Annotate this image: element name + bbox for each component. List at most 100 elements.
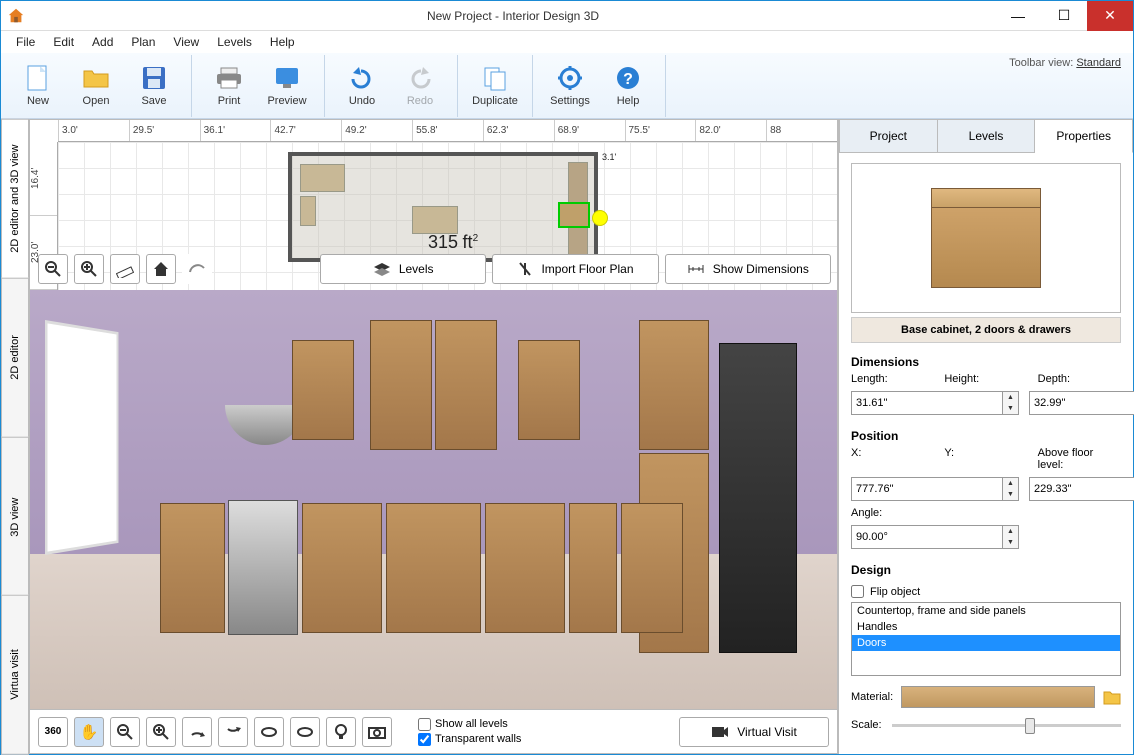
position-title: Position bbox=[851, 429, 1121, 443]
area-label: 315 ft2 bbox=[428, 232, 478, 253]
refrigerator bbox=[719, 343, 797, 653]
design-parts-list[interactable]: Countertop, frame and side panels Handle… bbox=[851, 602, 1121, 676]
list-item[interactable]: Doors bbox=[852, 635, 1120, 651]
levels-button[interactable]: Levels bbox=[320, 254, 486, 284]
view-3d-toolbar: 360 ✋ Show all levels Transparent walls … bbox=[30, 709, 837, 753]
home-button[interactable] bbox=[146, 254, 176, 284]
app-icon bbox=[7, 7, 25, 25]
vtab-virtual-visit[interactable]: Virtua visit bbox=[1, 595, 29, 755]
vtab-2d-3d[interactable]: 2D editor and 3D view bbox=[1, 119, 29, 279]
wall-cabinet bbox=[435, 320, 497, 450]
view-tabs: 2D editor and 3D view 2D editor 3D view … bbox=[1, 119, 29, 754]
dimension-label: 3.1' bbox=[602, 152, 616, 162]
duplicate-button[interactable]: Duplicate bbox=[466, 55, 524, 117]
measure-button[interactable] bbox=[110, 254, 140, 284]
menu-plan[interactable]: Plan bbox=[122, 33, 164, 51]
tab-properties[interactable]: Properties bbox=[1035, 119, 1133, 153]
vtab-3d[interactable]: 3D view bbox=[1, 437, 29, 597]
angle-label: Angle: bbox=[851, 507, 934, 519]
view-3d-pane[interactable]: 360 ✋ Show all levels Transparent walls … bbox=[30, 290, 837, 753]
selected-object-2d[interactable] bbox=[558, 202, 590, 228]
rotate-handle-icon bbox=[182, 254, 212, 284]
orbit-left-button[interactable] bbox=[254, 717, 284, 747]
scale-label: Scale: bbox=[851, 719, 882, 731]
scale-slider[interactable] bbox=[892, 716, 1121, 734]
minimize-button[interactable]: — bbox=[995, 1, 1041, 31]
list-item[interactable]: Countertop, frame and side panels bbox=[852, 603, 1120, 619]
y-label: Y: bbox=[944, 447, 1027, 459]
base-cabinet bbox=[621, 503, 683, 633]
menu-help[interactable]: Help bbox=[261, 33, 304, 51]
browse-material-button[interactable] bbox=[1103, 689, 1121, 705]
object-preview bbox=[851, 163, 1121, 313]
zoom-out-3d-button[interactable] bbox=[110, 717, 140, 747]
menu-file[interactable]: File bbox=[7, 33, 44, 51]
design-title: Design bbox=[851, 563, 1121, 577]
maximize-button[interactable]: ☐ bbox=[1041, 1, 1087, 31]
properties-panel: Project Levels Properties Base cabinet, … bbox=[838, 119, 1133, 754]
redo-button[interactable]: Redo bbox=[391, 55, 449, 117]
stove bbox=[228, 500, 298, 635]
zoom-in-3d-button[interactable] bbox=[146, 717, 176, 747]
print-button[interactable]: Print bbox=[200, 55, 258, 117]
save-button[interactable]: Save bbox=[125, 55, 183, 117]
transparent-walls-checkbox[interactable]: Transparent walls bbox=[418, 733, 521, 746]
rotate-360-button[interactable]: 360 bbox=[38, 717, 68, 747]
show-all-levels-checkbox[interactable]: Show all levels bbox=[418, 718, 521, 731]
length-label: Length: bbox=[851, 373, 934, 385]
flip-object-checkbox[interactable] bbox=[851, 585, 864, 598]
length-input[interactable]: ▲▼ bbox=[851, 391, 1019, 415]
y-input[interactable]: ▲▼ bbox=[1029, 477, 1134, 501]
plan-2d-pane: 3.0'29.5'36.1'42.7'49.2'55.8'62.3'68.9'7… bbox=[30, 120, 837, 290]
material-label: Material: bbox=[851, 691, 893, 703]
wall-cabinet bbox=[518, 340, 580, 440]
toolbar-view-label: Toolbar view: Standard bbox=[1009, 57, 1121, 69]
zoom-out-2d-button[interactable] bbox=[38, 254, 68, 284]
object-name-label: Base cabinet, 2 doors & drawers bbox=[851, 317, 1121, 343]
height-input[interactable]: ▲▼ bbox=[1029, 391, 1134, 415]
base-cabinet bbox=[485, 503, 565, 633]
toolbar: New Open Save Print Preview Undo Redo Du… bbox=[1, 53, 1133, 119]
selection-handle[interactable] bbox=[592, 210, 608, 226]
camera-button[interactable] bbox=[362, 717, 392, 747]
new-button[interactable]: New bbox=[9, 55, 67, 117]
tall-cabinet-top bbox=[639, 320, 709, 450]
orbit-right-button[interactable] bbox=[290, 717, 320, 747]
angle-input[interactable]: ▲▼ bbox=[851, 525, 1019, 549]
depth-label: Depth: bbox=[1038, 373, 1121, 385]
tilt-up-button[interactable] bbox=[182, 717, 212, 747]
import-floor-plan-button[interactable]: Import Floor Plan bbox=[492, 254, 658, 284]
close-button[interactable]: ✕ bbox=[1087, 1, 1133, 31]
main-area: 2D editor and 3D view 2D editor 3D view … bbox=[1, 119, 1133, 754]
show-dimensions-button[interactable]: Show Dimensions bbox=[665, 254, 831, 284]
base-cabinet-drawers bbox=[569, 503, 617, 633]
undo-button[interactable]: Undo bbox=[333, 55, 391, 117]
tab-levels[interactable]: Levels bbox=[938, 119, 1036, 153]
height-label: Height: bbox=[944, 373, 1027, 385]
tilt-down-button[interactable] bbox=[218, 717, 248, 747]
menu-levels[interactable]: Levels bbox=[208, 33, 261, 51]
x-input[interactable]: ▲▼ bbox=[851, 477, 1019, 501]
light-button[interactable] bbox=[326, 717, 356, 747]
window-object bbox=[45, 320, 118, 555]
menu-add[interactable]: Add bbox=[83, 33, 122, 51]
list-item[interactable]: Handles bbox=[852, 619, 1120, 635]
toolbar-view-link[interactable]: Standard bbox=[1076, 57, 1121, 69]
help-button[interactable]: ?Help bbox=[599, 55, 657, 117]
virtual-visit-button[interactable]: Virtual Visit bbox=[679, 717, 829, 747]
base-cabinet bbox=[160, 503, 225, 633]
menu-edit[interactable]: Edit bbox=[44, 33, 83, 51]
canvas-area: 3.0'29.5'36.1'42.7'49.2'55.8'62.3'68.9'7… bbox=[29, 119, 838, 754]
pan-button[interactable]: ✋ bbox=[74, 717, 104, 747]
material-swatch[interactable] bbox=[901, 686, 1095, 708]
vtab-2d[interactable]: 2D editor bbox=[1, 278, 29, 438]
open-button[interactable]: Open bbox=[67, 55, 125, 117]
menu-view[interactable]: View bbox=[164, 33, 208, 51]
settings-button[interactable]: Settings bbox=[541, 55, 599, 117]
base-cabinet bbox=[302, 503, 382, 633]
zoom-in-2d-button[interactable] bbox=[74, 254, 104, 284]
base-cabinet bbox=[386, 503, 481, 633]
tab-project[interactable]: Project bbox=[839, 119, 938, 153]
flip-label: Flip object bbox=[870, 586, 920, 598]
preview-button[interactable]: Preview bbox=[258, 55, 316, 117]
